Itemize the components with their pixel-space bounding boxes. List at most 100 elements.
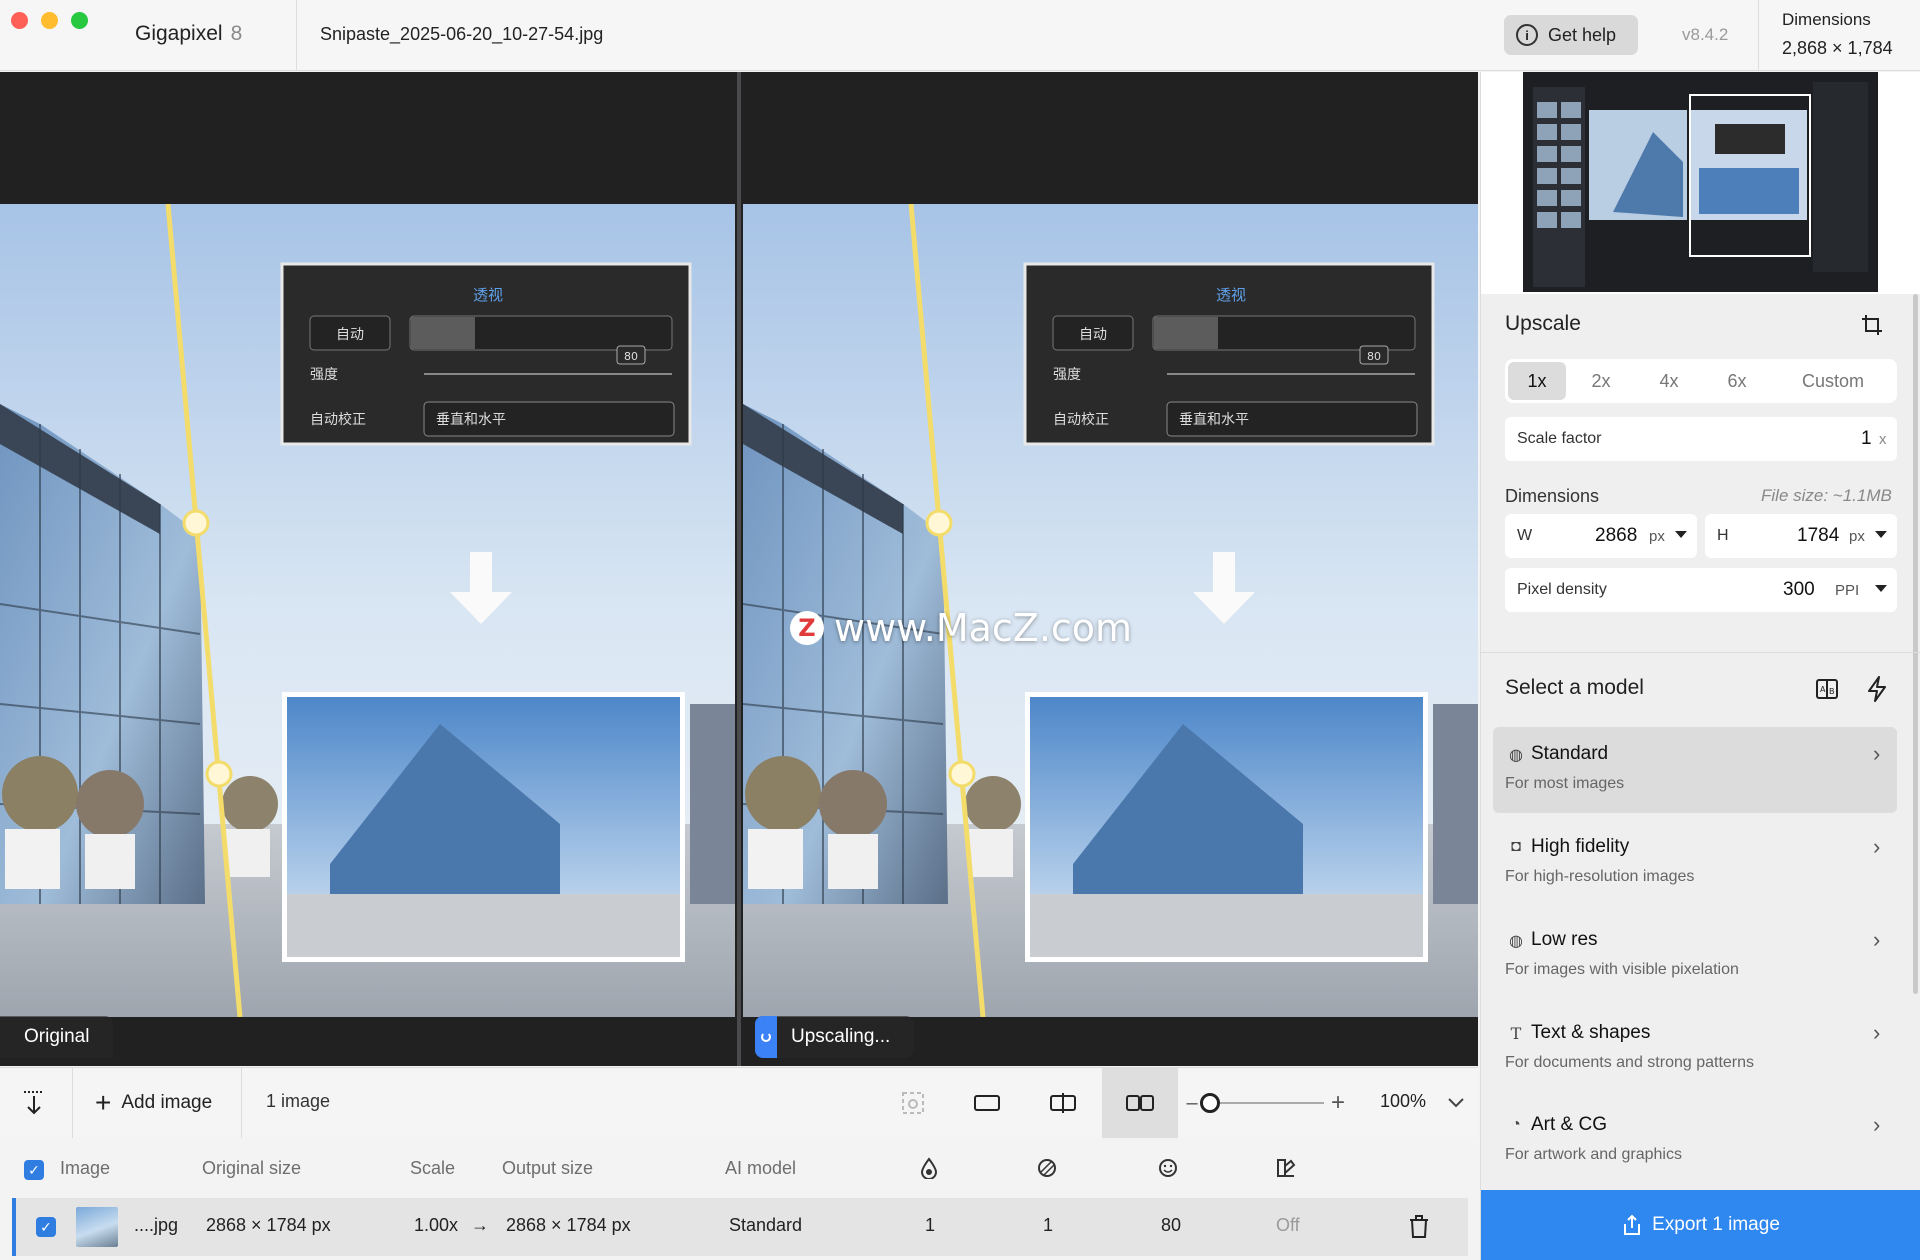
text-icon: T bbox=[1510, 1024, 1522, 1043]
model-art-cg[interactable]: ◔ Art & CG For artwork and graphics › bbox=[1493, 1098, 1897, 1184]
scale-option-6x[interactable]: 6x bbox=[1705, 359, 1769, 403]
image-count: 1 image bbox=[266, 1091, 331, 1111]
spinner-icon bbox=[755, 1016, 777, 1058]
navigator-thumbnail[interactable] bbox=[1523, 72, 1878, 292]
chevron-right-icon: › bbox=[1873, 1112, 1881, 1137]
image-viewer[interactable]: 透视 自动 强度 80 自动校正 垂直和水平 Original 透视 自动 强度… bbox=[0, 72, 1478, 1066]
row-thumbnail bbox=[76, 1207, 118, 1247]
scale-option-custom[interactable]: Custom bbox=[1773, 359, 1893, 403]
scale-factor-unit: x bbox=[1879, 431, 1887, 448]
caret-down-icon[interactable] bbox=[1675, 531, 1687, 538]
header-image[interactable]: Image bbox=[60, 1158, 110, 1179]
zoom-slider-handle[interactable] bbox=[1199, 1093, 1220, 1113]
dialog-auto-correct-value: 垂直和水平 bbox=[436, 411, 506, 428]
dimensions-value: 2,868 × 1,784 bbox=[1782, 38, 1893, 58]
color-palette-icon bbox=[1274, 1156, 1298, 1180]
model-name: Art & CG bbox=[1531, 1114, 1608, 1135]
get-help-label: Get help bbox=[1548, 24, 1617, 45]
navigator[interactable] bbox=[1481, 72, 1920, 294]
height-field[interactable]: H 1784 px bbox=[1705, 514, 1897, 558]
info-icon: i bbox=[1516, 24, 1538, 46]
close-window-button[interactable] bbox=[11, 12, 28, 29]
zoom-window-button[interactable] bbox=[71, 12, 88, 29]
dimensions-label: Dimensions bbox=[1505, 486, 1600, 506]
scale-selector: 1x 2x 4x 6x Custom bbox=[1505, 359, 1897, 403]
scale-option-4x[interactable]: 4x bbox=[1637, 359, 1701, 403]
caret-down-icon[interactable] bbox=[1875, 531, 1887, 538]
split-view-icon[interactable] bbox=[1048, 1088, 1078, 1118]
perspective-dialog: 透视 自动 强度 80 自动校正 垂直和水平 bbox=[280, 262, 692, 446]
width-value[interactable]: 2868 bbox=[1595, 525, 1637, 547]
file-name: Snipaste_2025-06-20_10-27-54.jpg bbox=[320, 24, 604, 44]
arrow-right-icon: → bbox=[471, 1215, 489, 1235]
chevron-down-icon[interactable] bbox=[1446, 1088, 1466, 1118]
side-by-side-icon bbox=[1125, 1088, 1155, 1118]
row-value-4: Off bbox=[1276, 1215, 1300, 1235]
pixel-density-field[interactable]: Pixel density 300 PPI bbox=[1505, 568, 1897, 612]
dialog-strength-label: 强度 bbox=[310, 367, 338, 383]
import-icon[interactable] bbox=[18, 1088, 50, 1118]
dialog-auto-button: 自动 bbox=[336, 327, 364, 343]
dialog-strength-label: 强度 bbox=[1053, 367, 1081, 383]
camera-icon: ◘ bbox=[1511, 838, 1521, 855]
zoom-in-icon[interactable]: + bbox=[1328, 1088, 1348, 1118]
divider bbox=[1758, 0, 1759, 71]
header-scale[interactable]: Scale bbox=[410, 1158, 455, 1179]
scale-option-2x[interactable]: 2x bbox=[1569, 359, 1633, 403]
export-button[interactable]: Export 1 image bbox=[1481, 1190, 1920, 1260]
row-value-2: 1 bbox=[1043, 1215, 1054, 1235]
crop-icon[interactable] bbox=[1859, 312, 1885, 338]
height-value[interactable]: 1784 bbox=[1797, 525, 1839, 547]
globe-icon: ◍ bbox=[1509, 933, 1523, 950]
row-output-size: 2868 × 1784 px bbox=[506, 1215, 631, 1235]
scale-factor-field[interactable]: Scale factor 1 x bbox=[1505, 417, 1897, 461]
globe-icon: ◍ bbox=[1509, 747, 1523, 764]
model-standard[interactable]: ◍ Standard For most images › bbox=[1493, 727, 1897, 813]
width-field[interactable]: W 2868 px bbox=[1505, 514, 1697, 558]
preview-pane[interactable]: 透视 自动 强度 80 自动校正 垂直和水平 Upscaling... bbox=[743, 72, 1478, 1066]
split-divider-handle[interactable] bbox=[737, 72, 741, 1066]
header-original-size[interactable]: Original size bbox=[202, 1158, 301, 1179]
single-view-icon[interactable] bbox=[972, 1088, 1002, 1118]
model-name: Text & shapes bbox=[1531, 1022, 1651, 1043]
row-ai-model: Standard bbox=[729, 1215, 803, 1235]
minimize-window-button[interactable] bbox=[41, 12, 58, 29]
caret-down-icon[interactable] bbox=[1875, 585, 1887, 592]
table-row[interactable]: ✓ ....jpg 2868 × 1784 px 1.00x → 2868 × … bbox=[12, 1198, 1468, 1256]
model-name: Standard bbox=[1531, 743, 1609, 764]
row-file-name: ....jpg bbox=[134, 1215, 179, 1235]
dialog-strength-value: 80 bbox=[624, 350, 638, 363]
watermark-logo: Z bbox=[790, 611, 824, 645]
zoom-level[interactable]: 100% bbox=[1380, 1091, 1426, 1112]
scale-factor-value[interactable]: 1 bbox=[1861, 428, 1872, 450]
original-pane[interactable]: 透视 自动 强度 80 自动校正 垂直和水平 Original bbox=[0, 72, 735, 1066]
model-high-fidelity[interactable]: ◘ High fidelity For high-resolution imag… bbox=[1493, 820, 1897, 906]
add-image-button[interactable]: + Add image bbox=[72, 1068, 242, 1138]
title-bar: Gigapixel 8 Snipaste_2025-06-20_10-27-54.… bbox=[0, 0, 1920, 71]
select-all-checkbox[interactable]: ✓ bbox=[24, 1160, 44, 1180]
model-description: For artwork and graphics bbox=[1505, 1146, 1682, 1163]
watermark-text: www.MacZ.com bbox=[834, 606, 1133, 650]
panel-scrollbar[interactable] bbox=[1913, 294, 1918, 994]
dimensions-title: Dimensions bbox=[1782, 10, 1871, 29]
header-ai-model[interactable]: AI model bbox=[725, 1158, 796, 1179]
trash-icon[interactable] bbox=[1406, 1212, 1432, 1242]
version-label: v8.4.2 bbox=[1682, 25, 1729, 44]
row-value-1: 1 bbox=[925, 1215, 936, 1235]
lightning-icon[interactable] bbox=[1863, 675, 1891, 703]
model-text-shapes[interactable]: T Text & shapes For documents and strong… bbox=[1493, 1006, 1897, 1092]
pixel-density-value[interactable]: 300 bbox=[1783, 579, 1815, 601]
dialog-auto-correct-label: 自动校正 bbox=[1053, 411, 1109, 428]
dialog-strength-value: 80 bbox=[1367, 350, 1381, 363]
scale-option-1x[interactable]: 1x bbox=[1508, 362, 1566, 400]
chevron-right-icon: › bbox=[1873, 834, 1881, 859]
header-output-size[interactable]: Output size bbox=[502, 1158, 593, 1179]
compare-models-icon[interactable]: AB bbox=[1813, 675, 1841, 703]
row-checkbox[interactable]: ✓ bbox=[36, 1217, 56, 1237]
navigator-viewport-frame[interactable] bbox=[1689, 94, 1811, 257]
row-value-3: 80 bbox=[1161, 1215, 1182, 1235]
svg-text:B: B bbox=[1829, 687, 1835, 696]
get-help-button[interactable]: i Get help bbox=[1504, 15, 1638, 55]
model-low-res[interactable]: ◍ Low res For images with visible pixela… bbox=[1493, 913, 1897, 999]
snapshot-icon[interactable] bbox=[898, 1088, 928, 1118]
